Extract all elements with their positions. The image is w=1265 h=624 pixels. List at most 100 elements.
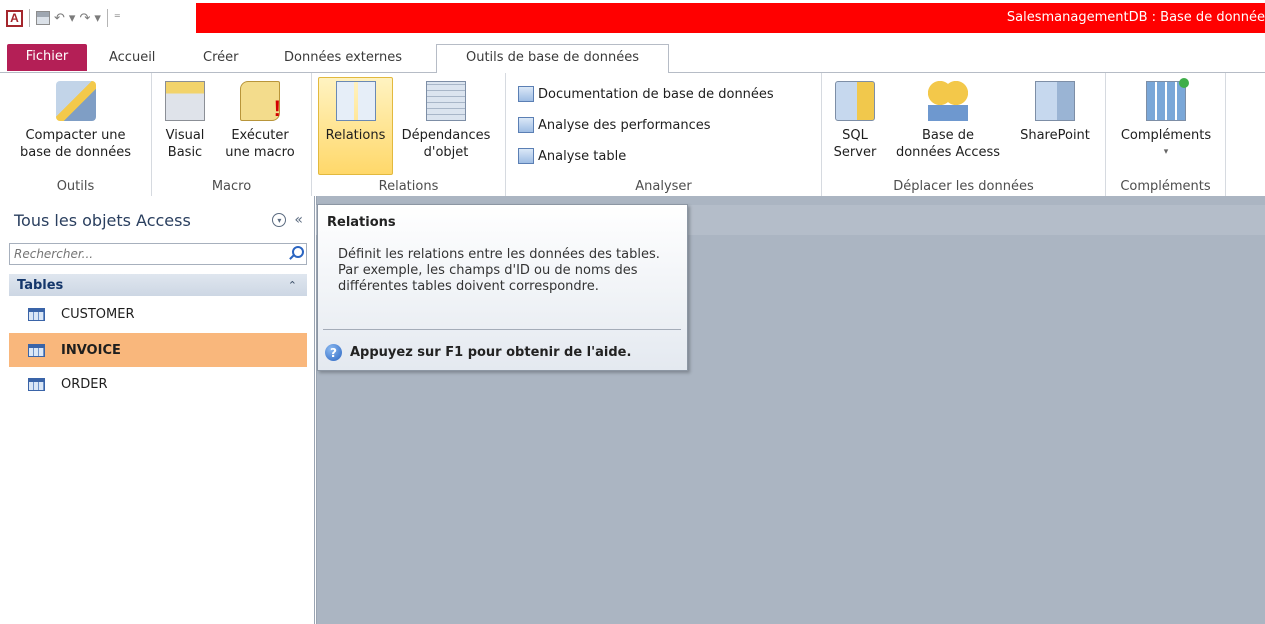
group-macro: Visual Basic Exécuter une macro Macro — [152, 73, 312, 197]
title-bar: A ↶ ▾ ↷ ▾ ⁼ SalesmanagementDB : Base de … — [0, 0, 1265, 36]
group-label-addins: Compléments — [1120, 179, 1211, 194]
relations-button[interactable]: Relations — [319, 77, 392, 144]
tables-category-title: Tables — [17, 277, 64, 293]
analyze-performance-label: Analyse des performances — [538, 117, 711, 133]
table-item-order[interactable]: ORDER — [9, 367, 307, 401]
collapse-category-icon[interactable]: ⌃ — [288, 279, 297, 292]
table-item-label: INVOICE — [61, 342, 121, 358]
analyze-table-button[interactable]: Analyse table — [518, 148, 626, 164]
nav-menu-icon[interactable]: ▾ — [272, 213, 287, 227]
table-item-customer[interactable]: CUSTOMER — [9, 297, 307, 331]
run-macro-label-1: Exécuter — [231, 128, 289, 143]
ribbon: Compacter une base de données Outils Vis… — [0, 72, 1265, 197]
navigation-pane-controls: ▾ « — [272, 212, 303, 228]
analyze-table-icon — [518, 148, 534, 164]
search-input[interactable] — [10, 244, 280, 264]
documenter-label: Documentation de base de données — [538, 86, 774, 102]
addins-icon — [1146, 78, 1189, 121]
dependencies-label-2: d'objet — [423, 145, 469, 160]
access-database-label-2: données Access — [895, 145, 1001, 160]
tables-category-header[interactable]: Tables ⌃ — [9, 274, 307, 296]
relations-label: Relations — [325, 128, 386, 143]
tooltip-title: Relations — [327, 215, 396, 230]
addins-dropdown-icon: ▾ — [1163, 147, 1169, 157]
visual-basic-label-2: Basic — [167, 145, 203, 160]
redo-icon[interactable]: ↷ — [79, 12, 90, 25]
compact-repair-button[interactable]: Compacter une base de données — [4, 77, 147, 161]
sql-server-label-2: Server — [833, 145, 877, 160]
object-dependencies-button[interactable]: Dépendances d'objet — [394, 77, 498, 161]
dependencies-label-1: Dépendances — [401, 128, 491, 143]
group-analyze: Documentation de base de données Analyse… — [506, 73, 822, 197]
run-macro-icon — [240, 81, 281, 122]
table-icon — [28, 307, 45, 321]
addins-label: Compléments — [1120, 128, 1212, 143]
sql-server-label-1: SQL — [842, 128, 868, 143]
relations-icon — [335, 81, 376, 121]
tooltip-description: Définit les relations entre les données … — [338, 247, 660, 294]
sharepoint-icon — [1035, 81, 1075, 121]
undo-icon[interactable]: ↶ — [54, 12, 65, 25]
access-database-button[interactable]: Base de données Access — [890, 77, 1006, 161]
ribbon-tabs: Fichier Accueil Créer Données externes O… — [0, 36, 1265, 73]
sql-server-icon — [835, 81, 875, 121]
sql-server-button[interactable]: SQL Server — [830, 77, 880, 161]
run-macro-button[interactable]: Exécuter une macro — [216, 77, 304, 161]
navigation-pane-title[interactable]: Tous les objets Access — [14, 211, 191, 230]
visual-basic-icon — [165, 81, 205, 121]
group-label-analyze: Analyser — [635, 179, 692, 194]
group-relations: Relations Dépendances d'objet Relations — [312, 73, 506, 197]
compact-label-2: base de données — [20, 145, 131, 160]
window-title: SalesmanagementDB : Base de donnée — [1006, 10, 1265, 25]
relations-tooltip: Relations Définit les relations entre le… — [317, 204, 688, 371]
tab-home[interactable]: Accueil — [109, 46, 155, 72]
help-icon: ? — [325, 344, 342, 361]
group-label-move-data: Déplacer les données — [893, 179, 1034, 194]
group-move-data: SQL Server Base de données Access ShareP… — [822, 73, 1106, 197]
search-box[interactable] — [9, 243, 307, 265]
group-tools: Compacter une base de données Outils — [0, 73, 152, 197]
group-label-macro: Macro — [211, 179, 252, 194]
table-item-label: CUSTOMER — [61, 306, 135, 322]
database-documenter-button[interactable]: Documentation de base de données — [518, 86, 774, 102]
navigation-pane-header[interactable]: Tous les objets Access ▾ « — [9, 205, 306, 235]
tooltip-help-text: Appuyez sur F1 pour obtenir de l'aide. — [350, 345, 632, 360]
compact-database-icon — [55, 81, 96, 121]
visual-basic-label-1: Visual — [165, 128, 205, 143]
access-app-icon[interactable]: A — [6, 9, 23, 27]
sharepoint-label: SharePoint — [1020, 128, 1090, 143]
sharepoint-button[interactable]: SharePoint — [1012, 77, 1098, 144]
qat-separator — [106, 9, 108, 27]
table-icon — [28, 377, 45, 391]
redo-dropdown-icon[interactable]: ▾ — [94, 12, 101, 25]
search-icon[interactable] — [287, 245, 304, 261]
analyze-performance-icon — [518, 117, 534, 133]
tooltip-help: ? Appuyez sur F1 pour obtenir de l'aide. — [325, 344, 631, 361]
tab-create[interactable]: Créer — [203, 46, 238, 72]
access-database-label-1: Base de — [921, 128, 975, 143]
group-addins: Compléments ▾ Compléments — [1106, 73, 1226, 197]
shutter-bar-collapse-icon[interactable]: « — [294, 212, 303, 228]
visual-basic-button[interactable]: Visual Basic — [158, 77, 212, 161]
quick-access-toolbar: A ↶ ▾ ↷ ▾ ⁼ — [0, 0, 196, 36]
analyze-performance-button[interactable]: Analyse des performances — [518, 117, 711, 133]
analyze-table-label: Analyse table — [538, 148, 627, 164]
tab-database-tools[interactable]: Outils de base de données — [436, 44, 669, 73]
undo-dropdown-icon[interactable]: ▾ — [69, 12, 76, 25]
documenter-icon — [518, 86, 534, 102]
save-icon[interactable] — [36, 11, 50, 25]
group-label-relations: Relations — [378, 179, 439, 194]
addins-button[interactable]: Compléments ▾ — [1114, 77, 1218, 161]
run-macro-label-2: une macro — [225, 145, 295, 160]
object-dependencies-icon — [426, 81, 466, 121]
compact-label-1: Compacter une — [25, 128, 126, 143]
customize-qat-icon[interactable]: ⁼ — [114, 12, 121, 25]
table-item-label: ORDER — [61, 376, 108, 392]
tab-file[interactable]: Fichier — [7, 44, 87, 71]
table-item-invoice[interactable]: INVOICE — [9, 333, 307, 367]
group-label-tools: Outils — [56, 179, 95, 194]
table-icon — [28, 343, 45, 357]
qat-separator — [29, 9, 30, 27]
tab-external-data[interactable]: Données externes — [284, 46, 402, 72]
window-title-area: SalesmanagementDB : Base de donnée — [196, 3, 1265, 33]
